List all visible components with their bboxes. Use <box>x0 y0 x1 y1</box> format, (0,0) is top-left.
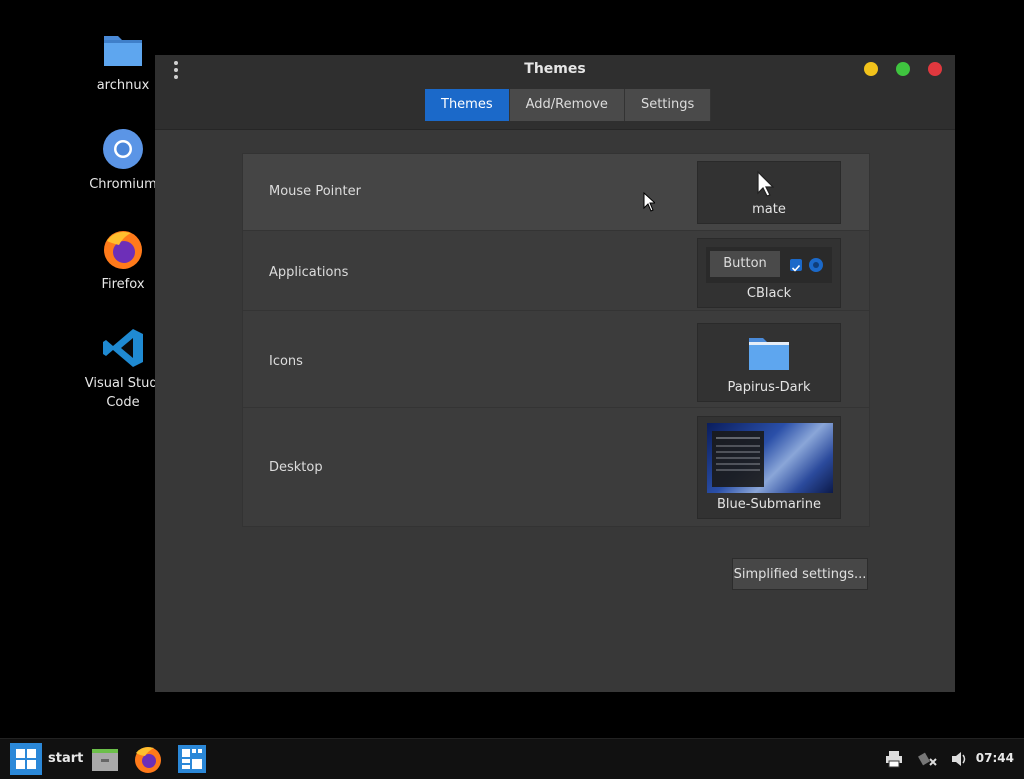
themes-app-taskbar-icon[interactable] <box>177 744 207 778</box>
maximize-button[interactable] <box>896 62 910 76</box>
firefox-taskbar-icon[interactable] <box>133 744 163 778</box>
clock[interactable]: 07:44 <box>976 751 1014 765</box>
folder-icon <box>748 334 790 376</box>
row-label: Mouse Pointer <box>269 184 361 199</box>
theme-settings-panel: Mouse Pointer mate Applications Button C… <box>242 153 870 527</box>
icons-theme-name: Papirus-Dark <box>727 380 811 395</box>
applications-preview[interactable]: Button CBlack <box>697 238 841 308</box>
chromium-icon <box>101 127 145 171</box>
row-desktop[interactable]: Desktop Blue-Submarine <box>243 408 869 526</box>
row-applications[interactable]: Applications Button CBlack <box>243 231 869 311</box>
mouse-cursor-icon <box>643 191 657 216</box>
start-label: start <box>48 751 84 766</box>
start-button[interactable]: start <box>10 743 84 775</box>
close-button[interactable] <box>928 62 942 76</box>
checkbox-icon <box>790 259 802 272</box>
window-title: Themes <box>524 61 586 77</box>
tab-themes[interactable]: Themes <box>425 89 510 121</box>
printer-icon[interactable] <box>885 750 903 772</box>
windows-logo-icon <box>10 743 42 775</box>
mouse-pointer-theme-name: mate <box>752 202 786 217</box>
radio-icon <box>809 258 823 272</box>
tab-settings[interactable]: Settings <box>624 89 712 121</box>
file-manager-icon[interactable] <box>90 744 120 778</box>
row-label: Icons <box>269 354 303 369</box>
titlebar[interactable]: Themes Themes Add/Remove Settings <box>155 55 955 130</box>
sample-widgets: Button <box>706 247 832 283</box>
applications-theme-name: CBlack <box>746 286 792 301</box>
row-label: Applications <box>269 265 349 280</box>
minimize-button[interactable] <box>864 62 878 76</box>
desktop-theme-name: Blue-Submarine <box>716 497 822 512</box>
row-icons[interactable]: Icons Papirus-Dark <box>243 311 869 408</box>
taskbar: start 07:44 <box>0 738 1024 779</box>
wallpaper-thumbnail <box>707 423 833 493</box>
tab-add-remove[interactable]: Add/Remove <box>509 89 625 121</box>
simplified-settings-button[interactable]: Simplified settings... <box>732 558 868 590</box>
desktop-preview[interactable]: Blue-Submarine <box>697 416 841 519</box>
vscode-icon <box>101 326 145 370</box>
volume-icon[interactable] <box>950 750 968 772</box>
firefox-icon <box>101 227 145 271</box>
pointer-arrow-icon <box>756 170 775 202</box>
row-label: Desktop <box>269 460 323 475</box>
sample-button: Button <box>710 251 780 277</box>
network-disconnected-icon[interactable] <box>918 750 938 772</box>
row-mouse-pointer[interactable]: Mouse Pointer mate <box>243 154 869 231</box>
tab-bar: Themes Add/Remove Settings <box>425 89 712 121</box>
themes-window: Themes Themes Add/Remove Settings Mouse … <box>155 55 955 692</box>
folder-icon <box>101 28 145 72</box>
mouse-pointer-preview[interactable]: mate <box>697 161 841 224</box>
icons-preview[interactable]: Papirus-Dark <box>697 323 841 402</box>
